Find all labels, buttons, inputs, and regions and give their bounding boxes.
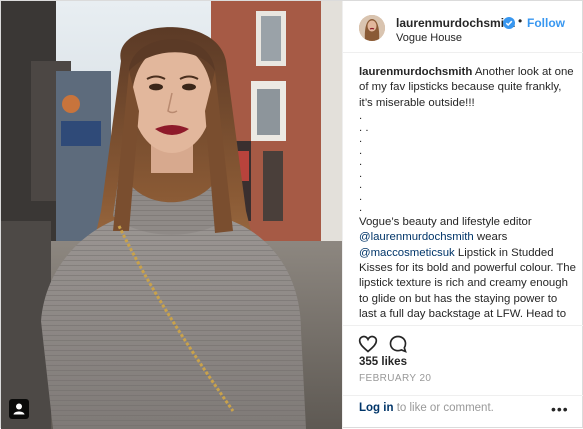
- login-link[interactable]: Log in: [359, 402, 394, 414]
- caption-body-part2: wears: [473, 231, 508, 244]
- comment-icon[interactable]: [388, 334, 408, 354]
- caption-dot-line: .: [359, 156, 363, 169]
- instagram-post: laurenmurdochsmith • Follow Vogue House …: [0, 0, 583, 429]
- mention-link-maccosmeticsuk[interactable]: @maccosmeticsuk: [359, 247, 455, 259]
- post-caption: laurenmurdochsmith Another look at one o…: [359, 65, 577, 323]
- photo-illustration: [1, 1, 342, 429]
- caption-dot-line: .: [359, 179, 363, 192]
- caption-body: Vogue’s beauty and lifestyle editor @lau…: [359, 215, 577, 323]
- caption-dot-line: .: [359, 133, 363, 146]
- caption-first-comment: laurenmurdochsmith Another look at one o…: [359, 65, 577, 111]
- login-prompt-text: to like or comment.: [393, 402, 494, 414]
- caption-dot-line: . .: [359, 121, 369, 134]
- caption-dot-line: .: [359, 110, 363, 123]
- post-location[interactable]: Vogue House: [396, 32, 462, 44]
- follow-button[interactable]: Follow: [527, 16, 565, 30]
- caption-dot-line: .: [359, 167, 363, 180]
- more-options-icon[interactable]: •••: [551, 401, 569, 417]
- caption-dot-line: .: [359, 202, 363, 215]
- post-side-panel: laurenmurdochsmith • Follow Vogue House …: [342, 1, 583, 429]
- caption-dot-line: .: [359, 144, 363, 157]
- heart-icon[interactable]: [358, 334, 378, 354]
- post-actions: 355 likes FEBRUARY 20: [343, 325, 583, 395]
- avatar[interactable]: [359, 15, 385, 41]
- post-date[interactable]: FEBRUARY 20: [359, 373, 431, 384]
- post-username[interactable]: laurenmurdochsmith: [396, 16, 515, 30]
- comment-bar: Log in to like or comment. •••: [343, 395, 583, 429]
- separator-dot: •: [518, 14, 523, 28]
- user-tag-icon[interactable]: [9, 399, 29, 419]
- caption-dot-line: .: [359, 190, 363, 203]
- post-photo[interactable]: [1, 1, 342, 429]
- verified-badge-icon: [503, 16, 515, 29]
- post-header: laurenmurdochsmith • Follow Vogue House: [343, 1, 583, 53]
- caption-body-part1: Vogue’s beauty and lifestyle editor: [359, 215, 532, 228]
- likes-count[interactable]: 355 likes: [359, 356, 407, 368]
- caption-username[interactable]: laurenmurdochsmith: [359, 66, 472, 78]
- mention-link-laurenmurdochsmith[interactable]: @laurenmurdochsmith: [359, 231, 474, 243]
- login-prompt: Log in to like or comment.: [359, 402, 494, 414]
